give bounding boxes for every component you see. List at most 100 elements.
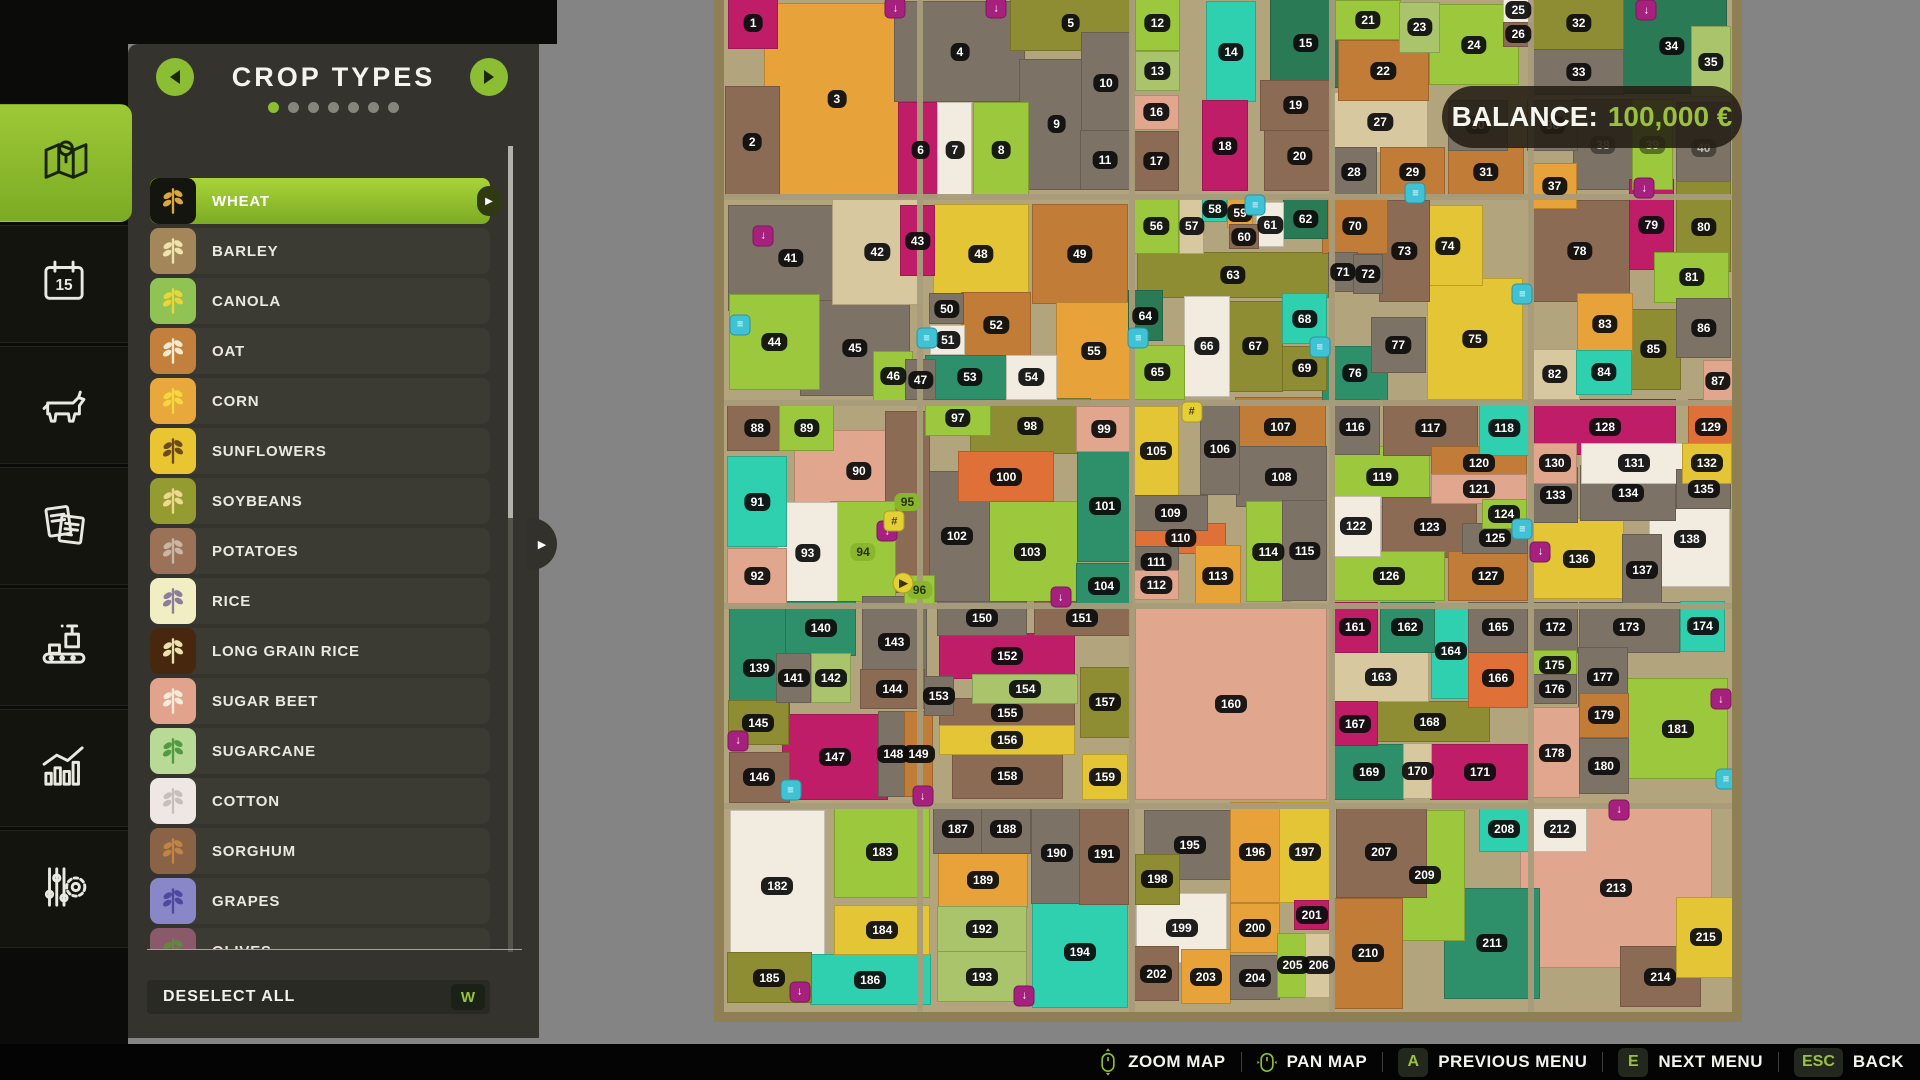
field-number-34[interactable]: 34 [1659, 37, 1684, 55]
crop-list-scrollbar[interactable] [508, 146, 513, 952]
crop-item-soybeans[interactable]: SOYBEANS [150, 478, 490, 524]
field-number-210[interactable]: 210 [1352, 944, 1384, 962]
field-number-116[interactable]: 116 [1339, 418, 1370, 436]
field-number-159[interactable]: 159 [1089, 768, 1121, 786]
field-number-113[interactable]: 113 [1202, 567, 1233, 585]
crop-item-canola[interactable]: CANOLA [150, 278, 490, 324]
field-number-85[interactable]: 85 [1641, 340, 1666, 358]
field-number-98[interactable]: 98 [1018, 417, 1043, 435]
field-number-188[interactable]: 188 [990, 820, 1022, 838]
field-number-43[interactable]: 43 [905, 232, 930, 250]
field-number-25[interactable]: 25 [1506, 1, 1531, 19]
field-number-49[interactable]: 49 [1067, 245, 1092, 263]
field-number-82[interactable]: 82 [1542, 365, 1567, 383]
field-number-27[interactable]: 27 [1368, 113, 1393, 131]
field-number-197[interactable]: 197 [1289, 843, 1321, 861]
field-number-65[interactable]: 65 [1145, 363, 1170, 381]
sidebar-item-map[interactable] [0, 104, 132, 222]
field-number-209[interactable]: 209 [1409, 866, 1441, 884]
field-number-44[interactable]: 44 [762, 333, 787, 351]
field-number-201[interactable]: 201 [1296, 906, 1328, 924]
field-number-207[interactable]: 207 [1365, 843, 1397, 861]
field-number-120[interactable]: 120 [1463, 454, 1495, 472]
field-number-130[interactable]: 130 [1539, 454, 1571, 472]
field-number-97[interactable]: 97 [945, 409, 970, 427]
field-number-15[interactable]: 15 [1293, 34, 1318, 52]
field-number-76[interactable]: 76 [1342, 364, 1367, 382]
field-number-106[interactable]: 106 [1204, 440, 1236, 458]
field-number-167[interactable]: 167 [1339, 715, 1371, 733]
hotkey-back[interactable]: ESCBACK [1794, 1048, 1904, 1077]
sell-point-marker[interactable]: ↓ [1634, 178, 1655, 199]
field-number-128[interactable]: 128 [1589, 418, 1621, 436]
field-number-146[interactable]: 146 [743, 768, 775, 786]
field-number-63[interactable]: 63 [1220, 266, 1245, 284]
field-number-160[interactable]: 160 [1215, 695, 1247, 713]
field-number-88[interactable]: 88 [745, 419, 770, 437]
crop-item-corn[interactable]: CORN [150, 378, 490, 424]
page-dot-7[interactable] [388, 102, 399, 113]
field-number-149[interactable]: 149 [903, 745, 935, 763]
field-number-18[interactable]: 18 [1212, 137, 1237, 155]
field-number-198[interactable]: 198 [1141, 870, 1173, 888]
field-number-2[interactable]: 2 [743, 133, 762, 151]
field-number-122[interactable]: 122 [1340, 517, 1372, 535]
field-number-194[interactable]: 194 [1064, 943, 1096, 961]
field-number-12[interactable]: 12 [1145, 14, 1170, 32]
field-number-93[interactable]: 93 [795, 544, 820, 562]
field-number-178[interactable]: 178 [1539, 744, 1571, 762]
page-dot-6[interactable] [368, 102, 379, 113]
field-number-132[interactable]: 132 [1691, 454, 1723, 472]
field-number-150[interactable]: 150 [966, 609, 998, 627]
field-number-183[interactable]: 183 [866, 843, 898, 861]
panel-collapse-tab[interactable]: ▶ [527, 518, 557, 570]
field-number-186[interactable]: 186 [854, 971, 886, 989]
production-marker[interactable]: ≡ [916, 328, 937, 349]
field-number-21[interactable]: 21 [1355, 11, 1380, 29]
field-number-61[interactable]: 61 [1258, 216, 1283, 234]
production-marker[interactable]: ≡ [1309, 337, 1330, 358]
field-number-172[interactable]: 172 [1540, 618, 1572, 636]
sidebar-item-animals[interactable] [0, 346, 128, 464]
field-number-81[interactable]: 81 [1679, 268, 1704, 286]
field-number-123[interactable]: 123 [1414, 518, 1446, 536]
field-number-131[interactable]: 131 [1618, 454, 1650, 472]
field-number-126[interactable]: 126 [1373, 567, 1405, 585]
field-number-62[interactable]: 62 [1293, 210, 1318, 228]
field-number-135[interactable]: 135 [1688, 480, 1720, 498]
page-dot-2[interactable] [288, 102, 299, 113]
field-number-212[interactable]: 212 [1544, 820, 1576, 838]
field-number-180[interactable]: 180 [1588, 757, 1620, 775]
field-number-206[interactable]: 206 [1303, 956, 1335, 974]
field-number-101[interactable]: 101 [1089, 497, 1121, 515]
field-number-55[interactable]: 55 [1081, 342, 1106, 360]
field-number-138[interactable]: 138 [1674, 530, 1706, 548]
field-number-200[interactable]: 200 [1239, 919, 1271, 937]
field-number-92[interactable]: 92 [745, 567, 770, 585]
field-number-176[interactable]: 176 [1539, 680, 1571, 698]
field-number-75[interactable]: 75 [1462, 330, 1487, 348]
field-number-109[interactable]: 109 [1155, 504, 1187, 522]
field-number-112[interactable]: 112 [1141, 576, 1172, 594]
sell-point-marker[interactable]: ↓ [728, 730, 749, 751]
field-number-151[interactable]: 151 [1066, 609, 1098, 627]
field-number-142[interactable]: 142 [815, 669, 847, 687]
field-number-202[interactable]: 202 [1140, 965, 1172, 983]
crop-item-rice[interactable]: RICE [150, 578, 490, 624]
field-number-33[interactable]: 33 [1566, 63, 1591, 81]
field-number-144[interactable]: 144 [876, 680, 908, 698]
field-number-52[interactable]: 52 [983, 316, 1008, 334]
page-dot-1[interactable] [268, 102, 279, 113]
field-number-169[interactable]: 169 [1353, 763, 1385, 781]
field-number-24[interactable]: 24 [1461, 36, 1486, 54]
field-number-56[interactable]: 56 [1144, 217, 1169, 235]
field-number-129[interactable]: 129 [1695, 418, 1727, 436]
field-number-173[interactable]: 173 [1613, 618, 1645, 636]
field-number-107[interactable]: 107 [1264, 418, 1296, 436]
storage-marker[interactable]: # [884, 511, 905, 532]
sell-point-marker[interactable]: ↓ [1050, 587, 1071, 608]
sidebar-item-calendar[interactable]: 15 [0, 225, 128, 343]
sell-point-marker[interactable]: ↓ [1609, 799, 1630, 820]
field-number-115[interactable]: 115 [1289, 542, 1320, 560]
sell-point-marker[interactable]: ↓ [1710, 689, 1731, 710]
